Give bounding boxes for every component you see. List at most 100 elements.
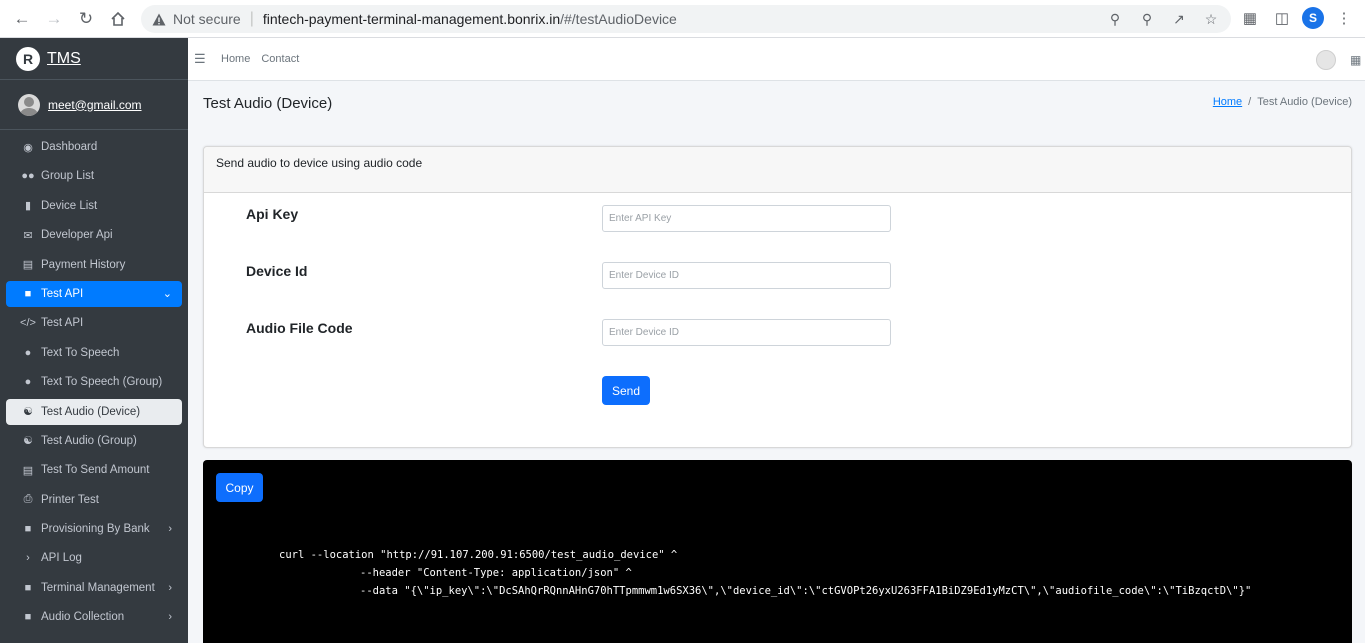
sidebar-item-label: Group List bbox=[41, 170, 95, 183]
menu-kebab-icon[interactable]: ⋮ bbox=[1332, 6, 1356, 30]
chevron-right-icon: › bbox=[168, 611, 172, 624]
sidebar-item-group-list[interactable]: ●● Group List bbox=[6, 163, 182, 189]
sidebar-item-label: Test Audio (Group) bbox=[41, 434, 137, 447]
sidebar-item-test-api[interactable]: </> Test API bbox=[6, 310, 182, 336]
home-icon[interactable] bbox=[102, 3, 134, 35]
sidebar-item-test-audio-device[interactable]: ☯ Test Audio (Device) bbox=[6, 398, 182, 425]
folder-icon: ■ bbox=[24, 611, 32, 624]
sidebar-item-api-log[interactable]: › API Log bbox=[6, 545, 182, 571]
nav-home-link[interactable]: Home bbox=[221, 53, 250, 65]
sidebar-item-test-audio-group[interactable]: ☯ Test Audio (Group) bbox=[6, 428, 182, 454]
code-line-3: --data "{\"ip_key\":\"DcSAhQrRQnnAHnG70h… bbox=[360, 585, 1252, 597]
zoom-icon[interactable]: ⚲ bbox=[1137, 11, 1157, 28]
user-avatar bbox=[18, 93, 40, 116]
brand-logo: R bbox=[16, 46, 40, 71]
side-panel-icon[interactable]: ◫ bbox=[1270, 6, 1294, 30]
user-avatar-icon[interactable] bbox=[1316, 50, 1336, 70]
code-line-2: --header "Content-Type: application/json… bbox=[360, 567, 632, 579]
breadcrumb-home-link[interactable]: Home bbox=[1213, 96, 1242, 108]
curl-code-block: Copy curl --location "http://91.107.200.… bbox=[203, 460, 1352, 643]
address-bar[interactable]: Not secure | fintech-payment-terminal-ma… bbox=[141, 5, 1231, 33]
api-key-input[interactable] bbox=[602, 205, 891, 232]
sidebar-item-label: Test To Send Amount bbox=[41, 464, 150, 477]
sidebar-item-developer-api[interactable]: ✉ Developer Api bbox=[6, 222, 182, 248]
browser-toolbar: ← → ↻ Not secure | fintech-payment-termi… bbox=[0, 0, 1365, 38]
api-key-label: Api Key bbox=[246, 206, 299, 222]
headphones-icon: ☯ bbox=[23, 406, 33, 419]
chevron-right-icon: › bbox=[168, 523, 172, 536]
user-email-link[interactable]: meet@gmail.com bbox=[48, 98, 142, 112]
sidebar-item-label: Device List bbox=[41, 199, 98, 212]
code-line-1: curl --location "http://91.107.200.91:65… bbox=[279, 549, 678, 561]
back-icon[interactable]: ← bbox=[6, 3, 38, 35]
top-navbar: ☰ Home Contact ▦ bbox=[188, 38, 1365, 81]
sidebar-item-label: Terminal Management bbox=[41, 581, 155, 594]
key-icon[interactable]: ⚲ bbox=[1105, 11, 1125, 28]
sidebar-item-label: Provisioning By Bank bbox=[41, 523, 150, 536]
sidebar-item-dashboard[interactable]: ◉ Dashboard bbox=[6, 134, 182, 160]
copy-button[interactable]: Copy bbox=[216, 473, 263, 502]
send-button[interactable]: Send bbox=[602, 376, 650, 405]
sidebar-item-terminal-management[interactable]: ■ Terminal Management › bbox=[6, 575, 182, 601]
sidebar-item-label: Developer Api bbox=[41, 229, 113, 242]
sidebar-item-provisioning-by-bank[interactable]: ■ Provisioning By Bank › bbox=[6, 516, 182, 542]
audio-file-code-label: Audio File Code bbox=[246, 320, 353, 336]
sidebar: R TMS meet@gmail.com ◉ Dashboard ●● Grou… bbox=[0, 38, 188, 643]
audio-file-code-input[interactable] bbox=[602, 319, 891, 346]
address-separator: | bbox=[249, 10, 254, 27]
sidebar-item-text-to-speech[interactable]: ● Text To Speech bbox=[6, 340, 182, 366]
nav-contact-link[interactable]: Contact bbox=[261, 53, 299, 65]
brand[interactable]: R TMS bbox=[0, 38, 188, 80]
brand-name[interactable]: TMS bbox=[47, 50, 81, 68]
sidebar-item-label: Test API bbox=[41, 317, 84, 330]
envelope-open-icon: ✉ bbox=[23, 229, 33, 242]
sidebar-item-text-to-speech-group[interactable]: ● Text To Speech (Group) bbox=[6, 369, 182, 395]
sidebar-item-label: Test API bbox=[41, 287, 84, 300]
dashboard-icon: ◉ bbox=[23, 141, 33, 154]
share-icon[interactable]: ↗ bbox=[1169, 11, 1189, 28]
url-host[interactable]: fintech-payment-terminal-management.bonr… bbox=[263, 11, 560, 27]
sidebar-item-label: Text To Speech bbox=[41, 346, 120, 359]
credit-card-icon: ▤ bbox=[22, 259, 34, 272]
chevron-right-icon: › bbox=[168, 581, 172, 594]
code-icon: </> bbox=[20, 317, 36, 330]
comment-icon: ● bbox=[24, 376, 32, 389]
breadcrumb: Home / Test Audio (Device) bbox=[1213, 96, 1352, 108]
users-icon: ●● bbox=[21, 170, 35, 183]
profile-avatar[interactable]: S bbox=[1302, 7, 1324, 29]
headphones-icon: ☯ bbox=[23, 435, 33, 448]
chevron-right-icon: › bbox=[26, 552, 30, 565]
device-id-label: Device Id bbox=[246, 263, 308, 279]
sidebar-item-audio-collection[interactable]: ■ Audio Collection › bbox=[6, 604, 182, 630]
sidebar-menu: ◉ Dashboard ●● Group List ▮ Device List … bbox=[0, 134, 188, 630]
folder-icon: ■ bbox=[24, 523, 32, 536]
breadcrumb-current: Test Audio (Device) bbox=[1257, 96, 1352, 108]
forward-icon[interactable]: → bbox=[38, 3, 70, 35]
security-label[interactable]: Not secure bbox=[173, 11, 241, 27]
sidebar-item-test-api-group[interactable]: ■ Test API ⌄ bbox=[6, 280, 182, 307]
star-icon[interactable]: ☆ bbox=[1201, 11, 1221, 28]
url-path[interactable]: /#/testAudioDevice bbox=[560, 11, 677, 27]
card-header: Send audio to device using audio code bbox=[204, 147, 1351, 193]
warning-icon[interactable] bbox=[151, 11, 167, 27]
comment-icon: ● bbox=[24, 346, 32, 359]
hamburger-menu-icon[interactable]: ☰ bbox=[194, 51, 210, 67]
chevron-down-icon: ⌄ bbox=[162, 288, 172, 301]
sidebar-item-test-to-send-amount[interactable]: ▤ Test To Send Amount bbox=[6, 457, 182, 483]
sidebar-item-printer-test[interactable]: ⎙ Printer Test bbox=[6, 487, 182, 513]
sidebar-item-label: API Log bbox=[41, 552, 82, 565]
sidebar-item-label: Payment History bbox=[41, 258, 126, 271]
mobile-icon: ▮ bbox=[24, 200, 32, 213]
folder-icon: ■ bbox=[24, 581, 32, 594]
sidebar-item-payment-history[interactable]: ▤ Payment History bbox=[6, 252, 182, 278]
reload-icon[interactable]: ↻ bbox=[70, 3, 102, 35]
device-id-input[interactable] bbox=[602, 262, 891, 289]
sidebar-item-label: Printer Test bbox=[41, 493, 99, 506]
user-panel: meet@gmail.com bbox=[0, 80, 188, 130]
breadcrumb-separator: / bbox=[1248, 96, 1252, 108]
extensions-icon[interactable]: ▦ bbox=[1238, 6, 1262, 30]
sidebar-item-device-list[interactable]: ▮ Device List bbox=[6, 193, 182, 219]
grid-apps-icon[interactable]: ▦ bbox=[1350, 53, 1361, 67]
credit-card-icon: ▤ bbox=[22, 464, 34, 477]
sidebar-item-label: Text To Speech (Group) bbox=[41, 376, 163, 389]
